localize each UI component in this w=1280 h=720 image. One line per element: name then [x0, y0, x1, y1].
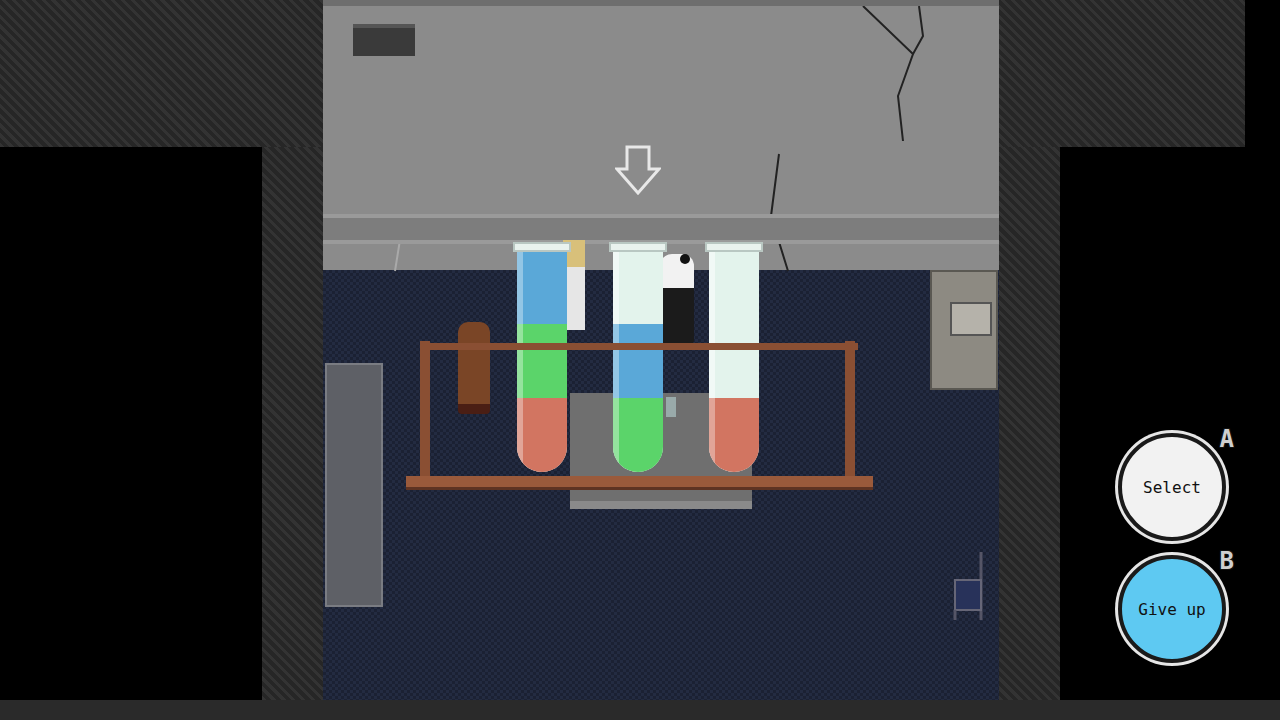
chair-icon — [951, 550, 987, 622]
tube-column[interactable] — [609, 145, 667, 472]
baseboard — [323, 214, 999, 244]
tube-row — [513, 145, 763, 472]
stone-strip — [262, 147, 323, 700]
liquid-layer — [613, 398, 663, 472]
tube-body — [613, 252, 663, 472]
cursor-slot — [711, 145, 757, 242]
control-button[interactable]: Give upB — [1118, 555, 1226, 663]
down-arrow-icon — [615, 145, 661, 195]
machine-screen — [950, 302, 992, 336]
control-button[interactable]: SelectA — [1118, 433, 1226, 541]
tube-body — [709, 252, 759, 472]
cabinet — [325, 363, 383, 607]
control-buttons: SelectA Give upB — [1118, 433, 1226, 663]
test-tube[interactable] — [513, 242, 571, 472]
key-badge: A — [1220, 425, 1234, 453]
void — [0, 147, 262, 700]
liquid-layer — [517, 398, 567, 472]
rack-rail — [420, 343, 858, 350]
liquid-layer — [709, 398, 759, 472]
panda-character — [660, 254, 694, 344]
key-badge: B — [1220, 547, 1234, 575]
rack-post — [420, 341, 430, 481]
button-label: Give up — [1138, 600, 1205, 619]
vent-icon — [353, 24, 415, 56]
liquid-layer — [517, 324, 567, 398]
liquid-layer — [517, 252, 567, 324]
cursor-slot — [519, 145, 565, 242]
panda-ear — [680, 254, 690, 264]
cursor-slot — [615, 145, 661, 242]
button-label: Select — [1143, 478, 1201, 497]
flask-icon — [666, 397, 676, 417]
stone-strip — [999, 147, 1060, 700]
game-screen: SelectAGive upB — [0, 0, 1280, 720]
machine — [930, 270, 998, 390]
rack-base — [406, 476, 873, 490]
stone-floor — [0, 700, 1280, 720]
liquid-layer — [613, 324, 663, 398]
stone-block — [999, 0, 1245, 147]
dog-character — [458, 322, 490, 414]
wall — [323, 0, 999, 270]
stone-block — [0, 0, 323, 147]
tube-column[interactable] — [705, 145, 763, 472]
lab-room — [323, 0, 999, 700]
left-wall — [0, 0, 323, 700]
test-tube[interactable] — [609, 242, 667, 472]
rack-post — [845, 341, 855, 481]
tube-rim — [513, 242, 571, 252]
tube-rim — [609, 242, 667, 252]
test-tube[interactable] — [705, 242, 763, 472]
tube-rim — [705, 242, 763, 252]
tube-column[interactable] — [513, 145, 571, 472]
tube-body — [517, 252, 567, 472]
